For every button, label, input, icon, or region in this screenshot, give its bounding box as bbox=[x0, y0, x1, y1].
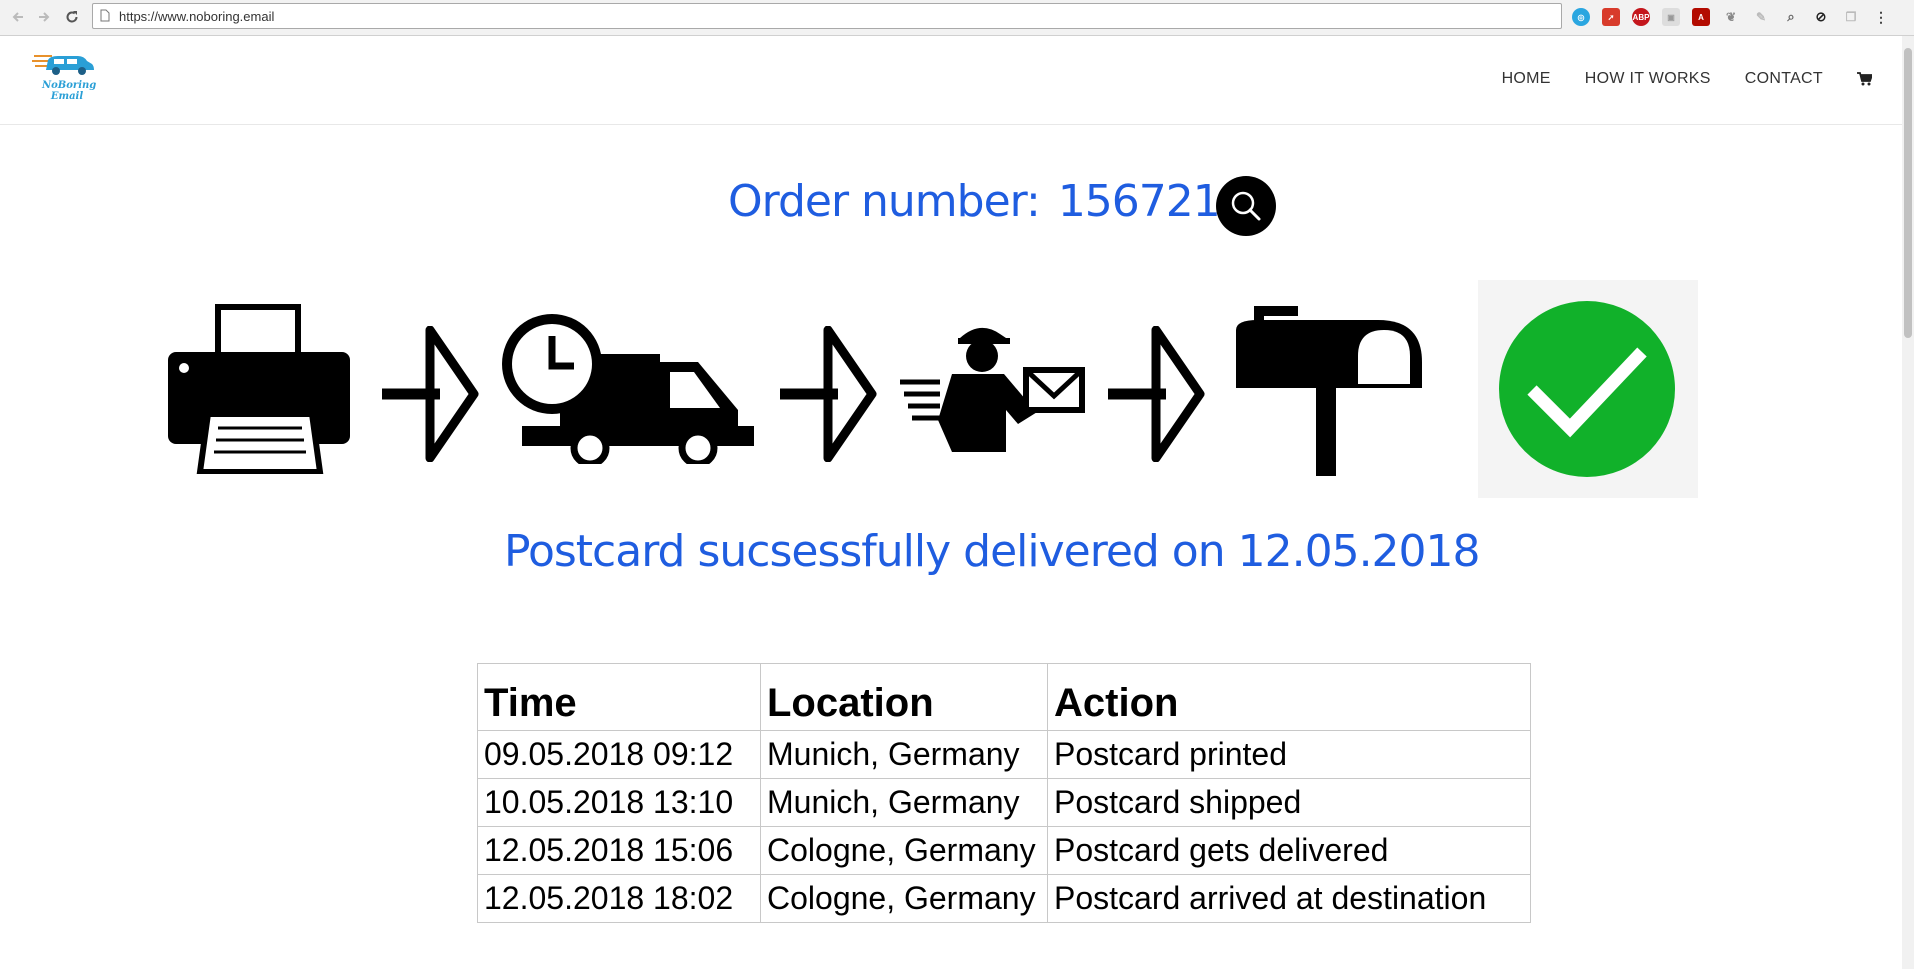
page-icon bbox=[100, 9, 110, 22]
arrow-right-icon bbox=[382, 326, 479, 462]
extension-globe-icon[interactable]: ◎ bbox=[1572, 8, 1590, 26]
page-scrollbar[interactable] bbox=[1902, 36, 1914, 969]
cell-action: Postcard gets delivered bbox=[1047, 826, 1531, 875]
cell-time: 10.05.2018 13:10 bbox=[477, 778, 761, 827]
arrow-right-icon bbox=[780, 326, 877, 462]
browser-menu-icon[interactable]: ⋮ bbox=[1872, 8, 1890, 26]
delivery-truck-icon bbox=[502, 314, 754, 464]
reload-button[interactable] bbox=[62, 7, 82, 27]
delivery-status-text: Postcard sucsessfully delivered on 12.05… bbox=[504, 526, 1481, 577]
extension-feather-icon[interactable]: ✎ bbox=[1752, 8, 1770, 26]
site-logo[interactable]: NoBoring Email bbox=[32, 50, 96, 116]
order-number-label: Order number: bbox=[728, 176, 1041, 227]
logo-wordmark: NoBoring Email bbox=[42, 80, 97, 102]
extension-zoom-icon[interactable]: ⌕ bbox=[1782, 8, 1800, 26]
extension-block-icon[interactable]: ⊘ bbox=[1812, 8, 1830, 26]
cell-location: Cologne, Germany bbox=[760, 874, 1048, 923]
logo-line-2: Email bbox=[50, 91, 84, 102]
site-header: NoBoring Email HOME HOW IT WORKS CONTACT bbox=[0, 36, 1902, 125]
forward-button[interactable] bbox=[34, 7, 54, 27]
cell-location: Cologne, Germany bbox=[760, 826, 1048, 875]
courier-icon bbox=[900, 327, 1085, 452]
header-time: Time bbox=[477, 663, 761, 731]
browser-toolbar: https://www.noboring.email ◎ ➚ ABP ▣ A ❦… bbox=[0, 0, 1914, 36]
nav-home[interactable]: HOME bbox=[1502, 70, 1551, 88]
cell-time: 09.05.2018 09:12 bbox=[477, 730, 761, 779]
extension-window-icon[interactable]: ❐ bbox=[1842, 8, 1860, 26]
cell-action: Postcard printed bbox=[1047, 730, 1531, 779]
checkmark-icon bbox=[1499, 301, 1675, 477]
mailbox-icon bbox=[1236, 306, 1422, 476]
order-search-button[interactable] bbox=[1216, 176, 1276, 236]
table-header-row: Time Location Action bbox=[477, 663, 1531, 731]
table-row: 12.05.2018 18:02 Cologne, Germany Postca… bbox=[477, 874, 1531, 923]
back-button[interactable] bbox=[8, 7, 28, 27]
extension-red-icon[interactable]: ➚ bbox=[1602, 8, 1620, 26]
cart-icon bbox=[1857, 72, 1872, 86]
nav-contact[interactable]: CONTACT bbox=[1745, 70, 1823, 88]
cell-action: Postcard arrived at destination bbox=[1047, 874, 1531, 923]
header-action: Action bbox=[1047, 663, 1531, 731]
back-arrow-icon bbox=[12, 12, 23, 22]
car-logo-icon bbox=[32, 55, 94, 75]
search-icon bbox=[1231, 191, 1261, 221]
cell-action: Postcard shipped bbox=[1047, 778, 1531, 827]
main-nav: HOME HOW IT WORKS CONTACT bbox=[1502, 70, 1872, 88]
extension-camera-icon[interactable]: ▣ bbox=[1662, 8, 1680, 26]
cell-time: 12.05.2018 15:06 bbox=[477, 826, 761, 875]
extension-pdf-icon[interactable]: A bbox=[1692, 8, 1710, 26]
nav-how-it-works[interactable]: HOW IT WORKS bbox=[1585, 70, 1711, 88]
url-text: https://www.noboring.email bbox=[119, 9, 275, 24]
forward-arrow-icon bbox=[39, 12, 50, 22]
order-number-value: 156721 bbox=[1057, 176, 1221, 227]
tracking-table: Time Location Action 09.05.2018 09:12 Mu… bbox=[477, 663, 1531, 923]
printer-icon bbox=[168, 304, 350, 474]
cart-button[interactable] bbox=[1857, 72, 1872, 86]
delivered-stage bbox=[1478, 280, 1698, 498]
table-row: 10.05.2018 13:10 Munich, Germany Postcar… bbox=[477, 778, 1531, 827]
cell-location: Munich, Germany bbox=[760, 778, 1048, 827]
extension-bar: ◎ ➚ ABP ▣ A ❦ ✎ ⌕ ⊘ ❐ ⋮ bbox=[1572, 8, 1890, 26]
extension-leaf-icon[interactable]: ❦ bbox=[1722, 8, 1740, 26]
arrow-right-icon bbox=[1108, 326, 1205, 462]
extension-adblock-icon[interactable]: ABP bbox=[1632, 8, 1650, 26]
logo-line-1: NoBoring bbox=[42, 80, 97, 91]
table-row: 09.05.2018 09:12 Munich, Germany Postcar… bbox=[477, 730, 1531, 779]
scrollbar-thumb[interactable] bbox=[1904, 48, 1912, 338]
cell-location: Munich, Germany bbox=[760, 730, 1048, 779]
table-row: 12.05.2018 15:06 Cologne, Germany Postca… bbox=[477, 826, 1531, 875]
header-location: Location bbox=[760, 663, 1048, 731]
address-bar[interactable]: https://www.noboring.email bbox=[92, 3, 1562, 29]
order-number-heading: Order number: 156721 bbox=[728, 176, 1221, 227]
cell-time: 12.05.2018 18:02 bbox=[477, 874, 761, 923]
reload-icon bbox=[66, 11, 78, 23]
